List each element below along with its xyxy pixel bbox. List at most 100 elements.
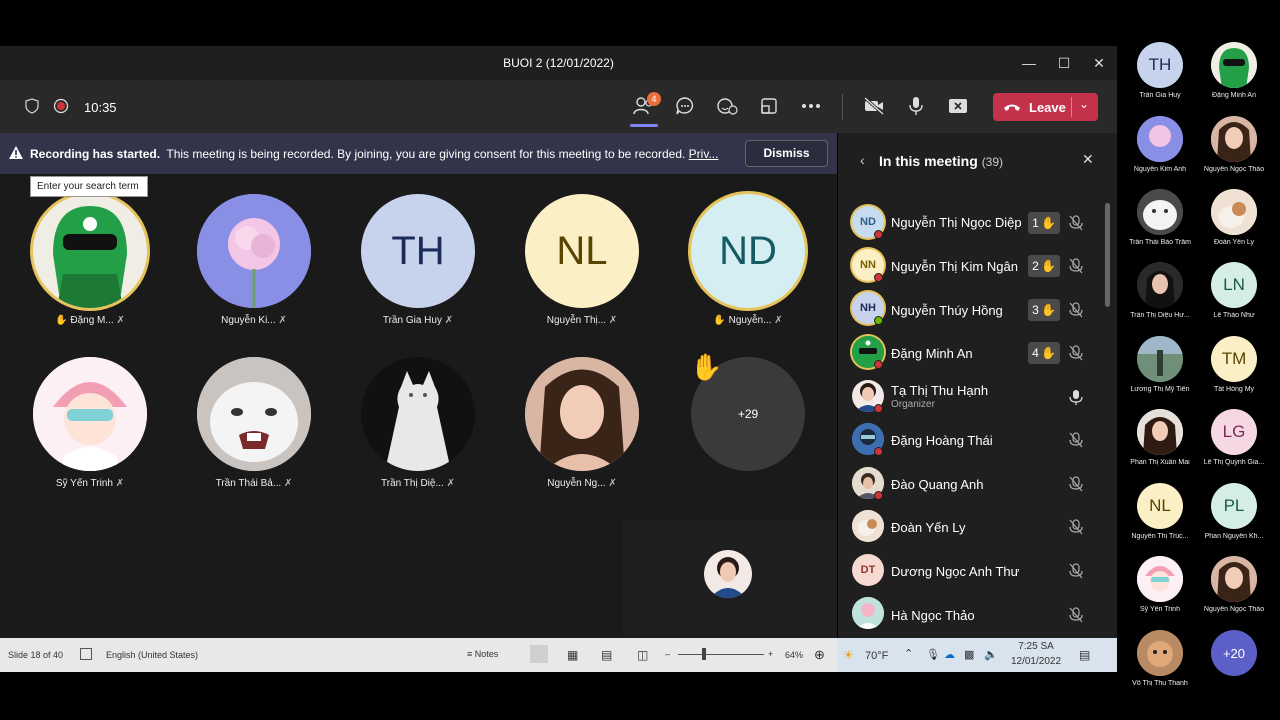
window-title: BUOI 2 (12/01/2022) [503,56,614,70]
participant-row[interactable]: NH Nguyễn Thúy Hồng 3 ✋ [838,287,1117,330]
gallery-name: Trần Thái Bảo Trâm [1129,239,1191,246]
weather-temp[interactable]: 70°F [865,650,888,662]
avatar [1211,116,1257,162]
privacy-link[interactable]: Priv... [689,147,719,161]
minimize-icon[interactable]: — [1020,54,1038,72]
chevron-up-icon[interactable]: ⌃ [904,647,913,660]
participant-name: Sỹ Yến Trinh [55,478,113,489]
zoom-level[interactable]: 64% [785,650,803,660]
participant-tile[interactable]: ND ✋ Nguyễn... ✗ [668,189,828,339]
participant-row[interactable]: Đoàn Yến Ly [838,505,1117,548]
meeting-toolbar: 10:35 4 Leave ⌄ [0,80,1117,133]
zoom-in-icon[interactable]: + [768,649,773,659]
participant-row[interactable]: Tạ Thị Thu Hạnh Organizer [838,375,1117,418]
hand-raise-badge: 1 ✋ [1028,212,1060,234]
leave-button[interactable]: Leave ⌄ [993,93,1098,121]
self-view [623,520,837,638]
microphone-icon[interactable] [904,94,928,118]
gallery-item[interactable]: LN Lê Thảo Như [1197,262,1271,334]
gallery-item[interactable]: Lương Thị Mỹ Tiên [1123,336,1197,408]
share-screen-icon[interactable] [946,94,970,118]
gallery-item[interactable]: Nguyễn Kim Anh [1123,116,1197,188]
more-options-icon[interactable] [799,94,823,118]
participant-tile[interactable]: Nguyễn Ng... ✗ [502,352,662,502]
network-icon[interactable]: ▩ [964,648,974,661]
gallery-item[interactable]: Sỹ Yến Trinh [1123,556,1197,628]
gallery-item[interactable]: Đặng Minh An [1197,42,1271,114]
gallery-item[interactable]: Võ Thị Thu Thanh [1123,630,1197,702]
gallery-item[interactable]: Trần Thị Diệu Hư... [1123,262,1197,334]
mic-off-icon [1069,476,1083,492]
slideshow-icon[interactable]: ◫ [637,648,648,662]
gallery-item[interactable]: Nguyễn Ngọc Thảo [1197,556,1271,628]
participant-tile[interactable]: Nguyễn Ki... ✗ [174,189,334,339]
back-arrow-icon[interactable]: ‹ [860,152,865,168]
fit-slide-icon[interactable]: ⊕ [814,647,825,663]
volume-icon[interactable]: 🔈 [984,648,998,661]
ranger-avatar-image [33,194,147,308]
participant-row[interactable]: Hà Ngọc Thảo [838,592,1117,635]
clock-time[interactable]: 7:25 SA [1006,641,1066,652]
participant-name: Trần Thị Diệ... [381,478,444,489]
participant-name: Nguyễn Thị... [546,315,607,326]
close-window-icon[interactable]: ✕ [1090,54,1108,72]
gallery-item[interactable]: TM Tất Hồng My [1197,336,1271,408]
mic-off-icon: ✗ [608,315,618,326]
participant-tile[interactable]: Trần Thị Diệ... ✗ [338,352,498,502]
gallery-item[interactable]: Trần Thái Bảo Trâm [1123,189,1197,261]
participant-row[interactable]: Đặng Hoàng Thái [838,418,1117,461]
zoom-slider-thumb[interactable] [702,648,706,660]
maximize-icon[interactable]: ☐ [1055,54,1073,72]
gallery-name: Lê Thảo Như [1213,312,1255,319]
participant-row[interactable]: Đào Quang Anh [838,462,1117,505]
hand-raise-badge: 2 ✋ [1028,255,1060,277]
language-label[interactable]: English (United States) [106,650,198,660]
accessibility-icon[interactable] [80,648,92,660]
gallery-item[interactable]: NL Nguyễn Thị Trúc... [1123,483,1197,555]
chat-icon[interactable] [673,94,697,118]
participant-name: Tạ Thị Thu Hạnh [891,383,989,398]
camera-off-icon[interactable] [862,94,886,118]
clock-date[interactable]: 12/01/2022 [1006,656,1066,667]
zoom-slider[interactable] [678,654,764,655]
onedrive-icon[interactable]: ☁ [944,648,955,661]
normal-view-icon[interactable] [530,645,548,663]
gallery-item[interactable]: LG Lê Thị Quỳnh Gia... [1197,409,1271,481]
gallery-name: Đoàn Yến Ly [1213,239,1255,246]
participant-name: Trần Gia Huy [382,315,442,326]
reactions-icon[interactable] [715,94,739,118]
notes-button[interactable]: ≡ Notes [467,649,498,659]
gallery-item[interactable]: Phan Thị Xuân Mai [1123,409,1197,481]
gallery-item[interactable]: PL Phan Nguyễn Kh... [1197,483,1271,555]
mic-off-icon [1069,345,1083,361]
slide-sorter-icon[interactable]: ▦ [567,648,578,662]
participant-avatar: DT [852,554,884,586]
participant-tile[interactable]: TH Trần Gia Huy ✗ [338,189,498,339]
rabbit-avatar-image [197,357,311,471]
zoom-out-icon[interactable]: – [665,649,670,659]
participant-row[interactable]: NN Nguyễn Thị Kim Ngân 2 ✋ [838,244,1117,287]
gallery-item[interactable]: Nguyễn Ngọc Thảo [1197,116,1271,188]
people-icon[interactable]: 4 [632,92,661,118]
notifications-icon[interactable]: ▤ [1079,648,1090,662]
gallery-item[interactable]: Đoàn Yến Ly [1197,189,1271,261]
gallery-overflow[interactable]: +20 [1197,630,1271,702]
avatar [1137,630,1183,676]
participant-tile[interactable]: Trần Thái Bả... ✗ [174,352,334,502]
chevron-down-icon[interactable]: ⌄ [1079,97,1089,111]
participant-row[interactable]: Đặng Minh An 4 ✋ [838,331,1117,374]
close-panel-icon[interactable]: ✕ [1082,151,1094,168]
gallery-name: Phan Nguyễn Kh... [1204,533,1264,540]
participant-tile[interactable]: NL Nguyễn Thị... ✗ [502,189,662,339]
overflow-tile[interactable]: +29 ✋ [668,352,828,502]
participant-row[interactable]: ND Nguyễn Thị Ngọc Diệp 1 ✋ [838,201,1117,244]
gallery-item[interactable]: TH Trần Gia Huy [1123,42,1197,114]
reading-view-icon[interactable]: ▤ [601,648,612,662]
participant-row[interactable]: DT Dương Ngọc Anh Thư [838,549,1117,592]
participant-name: Nguyễn Ng... [547,478,606,489]
dismiss-button[interactable]: Dismiss [745,140,828,167]
mic-tray-icon[interactable]: 🎙 [926,648,940,661]
participant-tile[interactable]: ✋ Đặng M... ✗ [10,189,170,339]
rooms-icon[interactable] [757,94,781,118]
participant-tile[interactable]: Sỹ Yến Trinh ✗ [10,352,170,502]
